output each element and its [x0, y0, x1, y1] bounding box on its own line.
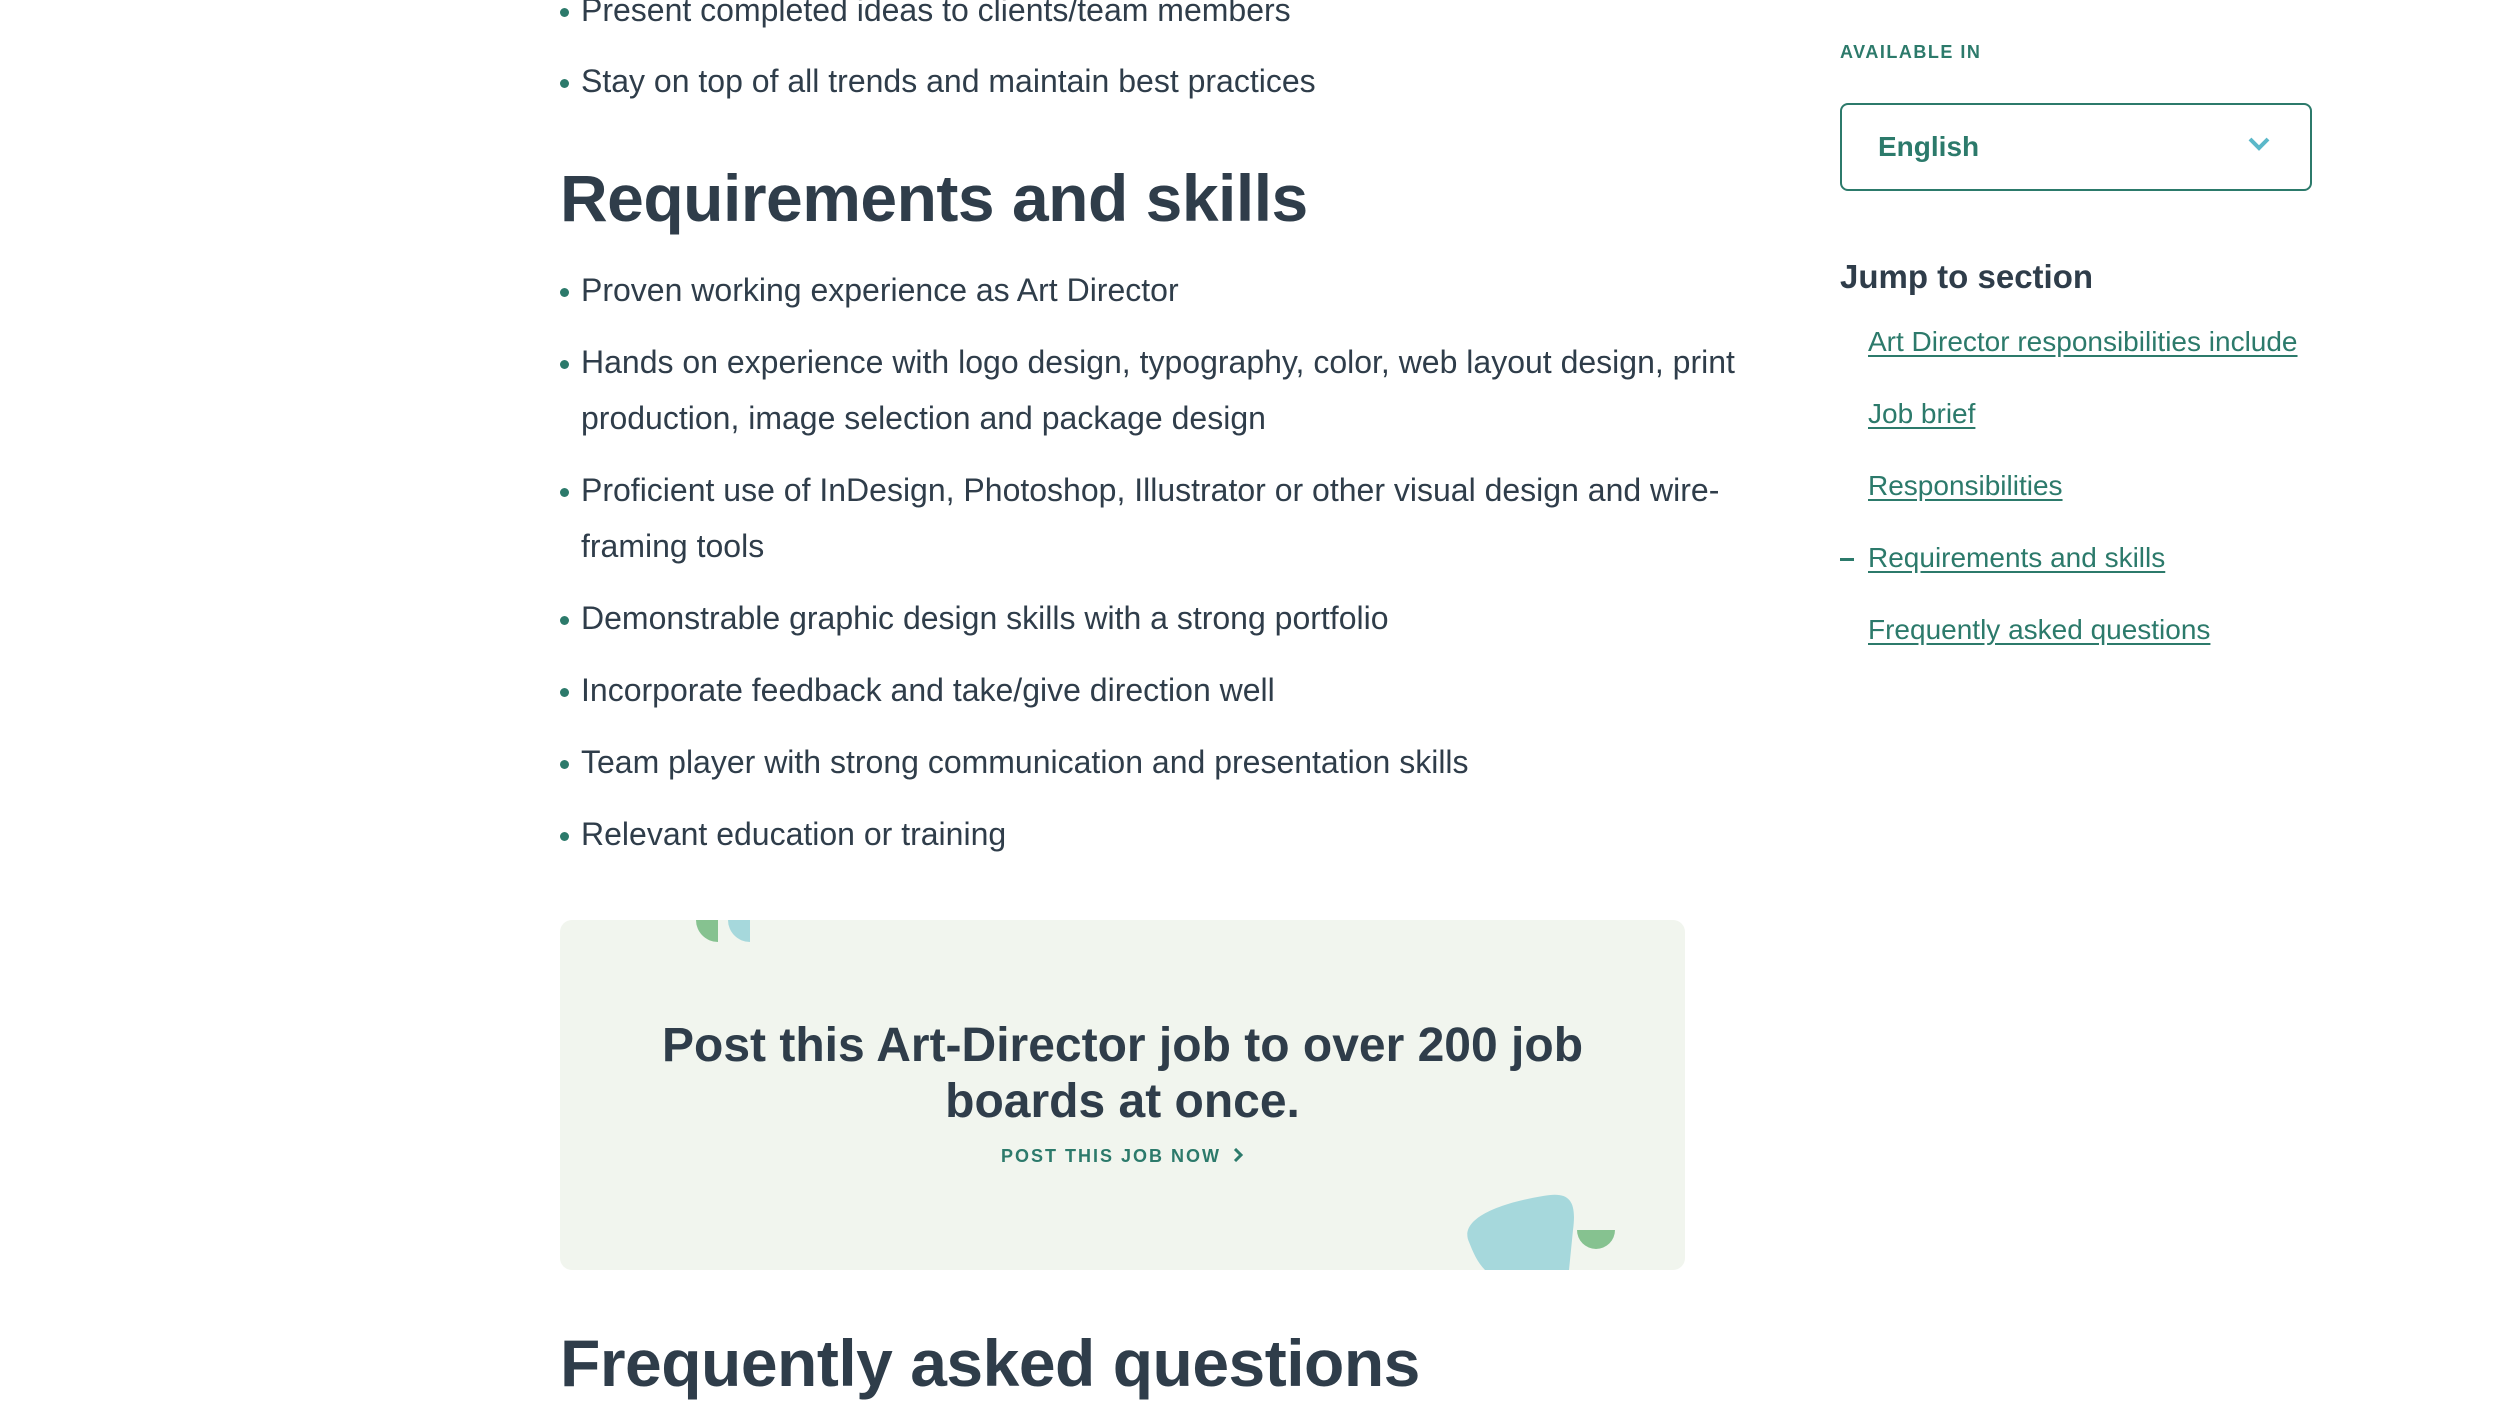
jump-to-section-title: Jump to section	[1840, 258, 2094, 295]
bullet-icon	[560, 488, 569, 497]
decorative-shapes-icon	[696, 920, 750, 942]
post-job-now-link[interactable]: POST THIS JOB NOW	[560, 1146, 1685, 1167]
toc-link-job-brief[interactable]: Job brief	[1868, 398, 1975, 430]
list-item: Proven working experience as Art Directo…	[560, 262, 1790, 318]
active-indicator-icon	[1840, 558, 1854, 561]
list-item: Present completed ideas to clients/team …	[560, 0, 1790, 38]
requirements-list: Proven working experience as Art Directo…	[560, 262, 1790, 878]
chevron-down-icon	[2248, 137, 2270, 156]
language-select[interactable]: English	[1840, 103, 2312, 191]
post-job-now-label: POST THIS JOB NOW	[1000, 1146, 1221, 1166]
toc-link-requirements[interactable]: Requirements and skills	[1868, 542, 2165, 574]
list-item: Stay on top of all trends and maintain b…	[560, 53, 1790, 109]
responsibilities-list: Present completed ideas to clients/team …	[560, 0, 1790, 124]
bullet-icon	[560, 360, 569, 369]
post-job-banner: Post this Art-Director job to over 200 j…	[560, 920, 1685, 1270]
toc-link-responsibilities-include[interactable]: Art Director responsibilities include	[1868, 326, 2298, 358]
bullet-icon	[560, 688, 569, 697]
bullet-icon	[560, 760, 569, 769]
bullet-icon	[560, 79, 569, 88]
list-item: Demonstrable graphic design skills with …	[560, 590, 1790, 646]
decorative-blob-icon	[1467, 1194, 1615, 1270]
faq-heading: Frequently asked questions	[560, 1326, 1420, 1400]
requirements-heading: Requirements and skills	[560, 161, 1308, 235]
toc-link-faq[interactable]: Frequently asked questions	[1868, 614, 2210, 646]
language-selected-value: English	[1878, 131, 1980, 162]
toc-link-responsibilities[interactable]: Responsibilities	[1868, 470, 2063, 502]
chevron-right-icon	[1233, 1146, 1244, 1167]
bullet-icon	[560, 8, 569, 17]
bullet-icon	[560, 616, 569, 625]
cta-title: Post this Art-Director job to over 200 j…	[661, 1019, 1584, 1128]
available-in-label: AVAILABLE IN	[1840, 42, 1982, 62]
list-item: Team player with strong communication an…	[560, 734, 1790, 790]
bullet-icon	[560, 288, 569, 297]
list-item: Incorporate feedback and take/give direc…	[560, 662, 1790, 718]
list-item: Proficient use of InDesign, Photoshop, I…	[560, 462, 1790, 574]
list-item: Relevant education or training	[560, 806, 1790, 862]
bullet-icon	[560, 832, 569, 841]
list-item: Hands on experience with logo design, ty…	[560, 334, 1790, 446]
